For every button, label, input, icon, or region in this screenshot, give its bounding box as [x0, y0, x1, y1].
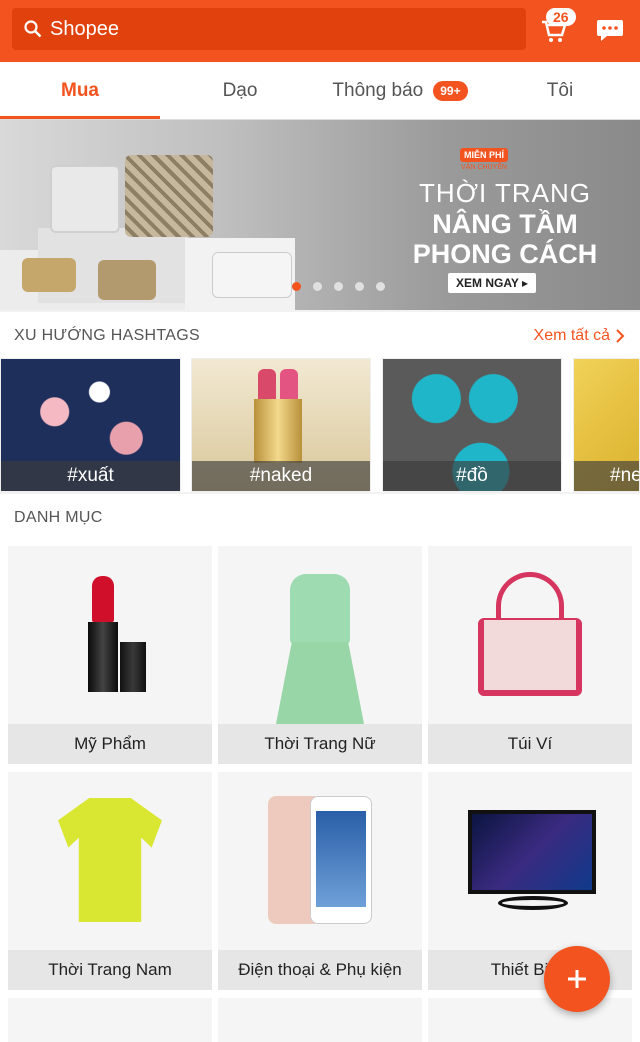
white-bag-image — [50, 165, 120, 233]
banner-cta-button[interactable]: XEM NGAY ▸ — [448, 273, 537, 293]
tab-label: Thông báo — [332, 79, 424, 101]
search-placeholder: Shopee — [50, 17, 119, 40]
category-image — [218, 546, 422, 724]
carousel-dots — [292, 282, 385, 291]
category-image — [428, 772, 632, 950]
see-all-link[interactable]: Xem tất cả — [534, 327, 626, 345]
category-label: Thời Trang Nữ — [218, 724, 422, 764]
carousel-dot[interactable] — [334, 282, 343, 291]
category-label: Điện thoại & Phụ kiện — [218, 950, 422, 990]
category-tile[interactable] — [428, 998, 632, 1042]
dress-top — [290, 574, 350, 644]
hashtags-title: XU HƯỚNG HASHTAGS — [14, 327, 200, 344]
tab-label: Tôi — [546, 79, 574, 101]
category-tile[interactable]: Thời Trang Nam — [8, 772, 212, 990]
category-label: Mỹ Phẩm — [8, 724, 212, 764]
tab-mua[interactable]: Mua — [0, 62, 160, 119]
category-image — [8, 772, 212, 950]
banner-headline: THỜI TRANG NÂNG TẦM PHONG CÁCH — [380, 178, 630, 269]
chat-button[interactable] — [592, 12, 628, 48]
tab-dao[interactable]: Dạo — [160, 62, 320, 119]
hashtag-label: #xuất — [1, 461, 180, 491]
lipstick-image — [280, 369, 298, 399]
badge-line2: VẬN CHUYỂN — [461, 163, 507, 171]
lipstick-image — [258, 369, 276, 399]
lipstick-image — [92, 576, 114, 622]
hashtag-label: #đồ — [383, 461, 561, 491]
chat-icon — [597, 20, 623, 41]
see-all-label: Xem tất cả — [533, 327, 610, 344]
carousel-dot[interactable] — [313, 282, 322, 291]
categories-title: DANH MỤC — [14, 509, 103, 526]
phone-screen — [316, 811, 366, 907]
lipstick-body — [88, 622, 118, 692]
tab-me[interactable]: Tôi — [480, 62, 640, 119]
lipstick-cap — [120, 642, 146, 692]
hashtag-label: #ne — [574, 461, 639, 491]
carousel-dot[interactable] — [292, 282, 301, 291]
monitor-image — [468, 810, 596, 894]
category-label: Thời Trang Nam — [8, 950, 212, 990]
hashtag-tile[interactable]: #ne — [573, 358, 640, 492]
lipstick-case — [254, 399, 302, 463]
monitor-stand — [498, 896, 568, 910]
tab-label: Mua — [61, 79, 99, 101]
gold-bag-image — [98, 260, 156, 300]
carousel-dot[interactable] — [355, 282, 364, 291]
category-tile[interactable] — [8, 998, 212, 1042]
search-bar[interactable]: Shopee — [12, 8, 526, 50]
plus-icon — [568, 970, 586, 988]
category-tile[interactable]: Túi Ví — [428, 546, 632, 764]
cart-count-badge: 26 — [546, 8, 576, 26]
hashtag-label: #naked — [192, 461, 370, 491]
banner-line2: NÂNG TẦM — [432, 209, 578, 239]
dress-skirt — [276, 642, 364, 724]
category-tile[interactable]: Điện thoại & Phụ kiện — [218, 772, 422, 990]
app-header: Shopee 26 — [0, 0, 640, 62]
category-tile[interactable]: Thời Trang Nữ — [218, 546, 422, 764]
tab-notifications[interactable]: Thông báo 99+ — [320, 62, 480, 119]
category-label: Túi Ví — [428, 724, 632, 764]
hashtag-tile[interactable]: #naked — [191, 358, 371, 492]
badge-line1: MIỄN PHÍ — [459, 147, 508, 162]
banner-line1: THỜI TRANG — [419, 178, 591, 208]
category-tile[interactable] — [218, 998, 422, 1042]
chevron-right-icon — [616, 329, 625, 343]
category-image — [218, 772, 422, 950]
category-tile[interactable]: Mỹ Phẩm — [8, 546, 212, 764]
add-fab-button[interactable] — [544, 946, 610, 1012]
hashtags-header: XU HƯỚNG HASHTAGS Xem tất cả — [0, 312, 640, 360]
polo-shirt-image — [58, 798, 162, 922]
category-image — [428, 546, 632, 724]
bag-body — [478, 618, 582, 696]
carousel-dot[interactable] — [376, 282, 385, 291]
search-icon — [24, 20, 42, 38]
gold-clutch-image — [22, 258, 76, 292]
category-image — [8, 546, 212, 724]
hashtag-tile[interactable]: #đồ — [382, 358, 562, 492]
phone-front-image — [310, 796, 372, 924]
white-chain-bag-image — [212, 252, 292, 298]
categories-header: DANH MỤC — [0, 494, 640, 542]
hashtag-tile[interactable]: #xuất — [0, 358, 181, 492]
banner-line3: PHONG CÁCH — [412, 239, 598, 269]
python-bag-image — [125, 155, 213, 237]
notification-badge: 99+ — [433, 80, 468, 101]
tab-label: Dạo — [222, 79, 258, 101]
hashtag-carousel: #xuất #naked #đồ #ne — [0, 358, 640, 492]
main-tabs: Mua Dạo Thông báo 99+ Tôi — [0, 62, 640, 120]
